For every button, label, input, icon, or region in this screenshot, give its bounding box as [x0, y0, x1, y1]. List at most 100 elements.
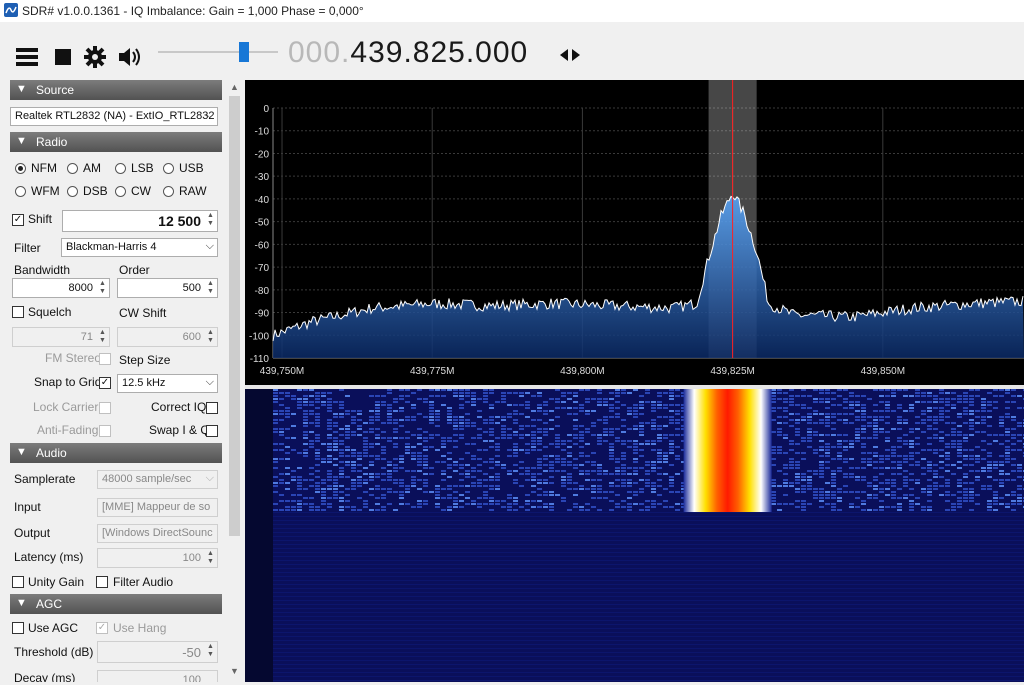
waterfall-noise [909, 431, 914, 433]
menu-icon[interactable] [14, 44, 40, 70]
waterfall-noise [825, 491, 830, 493]
usehang-checkbox[interactable]: ✓ [96, 622, 108, 634]
mode-radio-cw[interactable] [115, 186, 126, 197]
waterfall-noise [669, 440, 674, 442]
correctiq-checkbox[interactable] [206, 402, 218, 414]
waterfall-noise [609, 443, 614, 445]
waterfall-noise [603, 431, 608, 433]
radio-section-header[interactable]: ▼ Radio [10, 132, 222, 152]
waterfall-noise [921, 509, 926, 511]
lockcarrier-checkbox[interactable] [99, 402, 111, 414]
speaker-icon[interactable] [116, 44, 142, 70]
waterfall-noise [525, 509, 530, 511]
waterfall-noise [285, 395, 290, 397]
decay-label: Decay (ms) [14, 671, 76, 682]
unitygain-checkbox[interactable] [12, 576, 24, 588]
order-input[interactable]: 500 ▲ ▼ [117, 278, 218, 298]
mode-radio-am[interactable] [67, 163, 78, 174]
waterfall-chart[interactable] [245, 389, 1024, 682]
waterfall-noise [513, 443, 518, 445]
swapiq-checkbox[interactable] [206, 425, 218, 437]
waterfall-noise [627, 473, 632, 475]
mode-radio-usb[interactable] [163, 163, 174, 174]
spectrum-chart[interactable]: 0-10-20-30-40-50-60-70-80-90-100-110439,… [245, 80, 1024, 385]
waterfall-noise [465, 464, 470, 466]
mode-radio-lsb[interactable] [115, 163, 126, 174]
cwshift-input[interactable]: 600 ▲ ▼ [117, 327, 218, 347]
waterfall-display[interactable] [245, 389, 1024, 682]
mode-radio-nfm[interactable] [15, 163, 26, 174]
squelch-checkbox[interactable] [12, 306, 24, 318]
spinner-icon[interactable]: ▲ ▼ [97, 329, 108, 345]
latency-input[interactable]: 100 ▲ ▼ [97, 548, 218, 568]
stop-icon[interactable] [50, 44, 76, 70]
spinner-icon[interactable]: ▲ ▼ [97, 280, 108, 296]
samplerate-select[interactable]: 48000 sample/sec ⌵ [97, 470, 218, 489]
frequency-digits[interactable]: 439.825.000 [350, 36, 528, 69]
decay-input[interactable]: 100 [97, 670, 218, 682]
mode-radio-wfm[interactable] [15, 186, 26, 197]
output-device-select[interactable]: [Windows DirectSounc [97, 524, 218, 543]
threshold-input[interactable]: -50 ▲ ▼ [97, 641, 218, 663]
spinner-icon[interactable]: ▲ ▼ [205, 280, 216, 296]
waterfall-noise [573, 464, 578, 466]
mode-radio-dsb[interactable] [67, 186, 78, 197]
volume-slider-track[interactable] [158, 51, 278, 53]
waterfall-noise [861, 425, 866, 427]
filteraudio-checkbox[interactable] [96, 576, 108, 588]
spinner-icon[interactable]: ▲ ▼ [205, 329, 216, 345]
frequency-lead-digits[interactable]: 000. [288, 36, 350, 69]
waterfall-noise [813, 431, 818, 433]
waterfall-noise [609, 407, 614, 409]
waterfall-noise [789, 443, 794, 445]
waterfall-noise [807, 395, 812, 397]
spectrum-display[interactable]: 0 -10 -20 -30 -40 -50 -60 -70 -80 -90 -100 -110 439,… [245, 80, 1024, 385]
waterfall-noise [489, 434, 494, 436]
waterfall-noise [585, 461, 590, 463]
shift-checkbox[interactable]: ✓ [12, 214, 24, 226]
panel-scrollbar-thumb[interactable] [229, 96, 240, 536]
antifading-checkbox[interactable] [99, 425, 111, 437]
fmstereo-checkbox[interactable] [99, 353, 111, 365]
waterfall-noise [519, 404, 524, 406]
waterfall-noise [327, 485, 332, 487]
waterfall-noise [999, 482, 1004, 484]
waterfall-noise [501, 425, 506, 427]
audio-section-header[interactable]: ▼ Audio [10, 443, 222, 463]
waterfall-noise [873, 461, 878, 463]
waterfall-noise [939, 419, 944, 421]
waterfall-noise [771, 449, 776, 451]
squelch-input[interactable]: 71 ▲ ▼ [12, 327, 110, 347]
spinner-icon[interactable]: ▲ ▼ [205, 212, 216, 228]
agc-section-header[interactable]: ▼ AGC [10, 594, 222, 614]
scroll-down-icon[interactable]: ▼ [230, 666, 239, 676]
bandwidth-input[interactable]: 8000 ▲ ▼ [12, 278, 110, 298]
waterfall-noise [519, 485, 524, 487]
waterfall-noise [831, 428, 836, 430]
filter-select[interactable]: Blackman-Harris 4 ⌵ [61, 238, 218, 257]
stepsize-select[interactable]: 12.5 kHz ⌵ [117, 374, 218, 393]
useagc-checkbox[interactable] [12, 622, 24, 634]
waterfall-noise [789, 464, 794, 466]
gear-icon[interactable] [82, 44, 108, 70]
waterfall-noise [303, 443, 308, 445]
shift-input[interactable]: 12 500 ▲ ▼ [62, 210, 218, 232]
spinner-icon[interactable]: ▲ ▼ [205, 643, 216, 659]
scroll-up-icon[interactable]: ▲ [230, 82, 239, 92]
input-device-select[interactable]: [MME] Mappeur de so [97, 498, 218, 517]
snap-checkbox[interactable]: ✓ [99, 377, 111, 389]
spinner-icon[interactable]: ▲ ▼ [205, 550, 216, 566]
waterfall-noise [597, 440, 602, 442]
tuning-arrows-icon[interactable] [558, 46, 582, 67]
waterfall-noise [879, 419, 884, 421]
volume-slider-thumb[interactable] [239, 42, 249, 62]
waterfall-noise [441, 443, 446, 445]
waterfall-noise [987, 392, 992, 394]
source-section-header[interactable]: ▼ Source [10, 80, 222, 100]
waterfall-noise [927, 491, 932, 493]
mode-radio-raw[interactable] [163, 186, 174, 197]
source-device-select[interactable]: Realtek RTL2832 (NA) - ExtIO_RTL2832 ⌵ [10, 107, 218, 126]
waterfall-noise [945, 422, 950, 424]
frequency-display[interactable]: 000.439.825.000 [288, 36, 528, 70]
waterfall-noise [417, 500, 422, 502]
